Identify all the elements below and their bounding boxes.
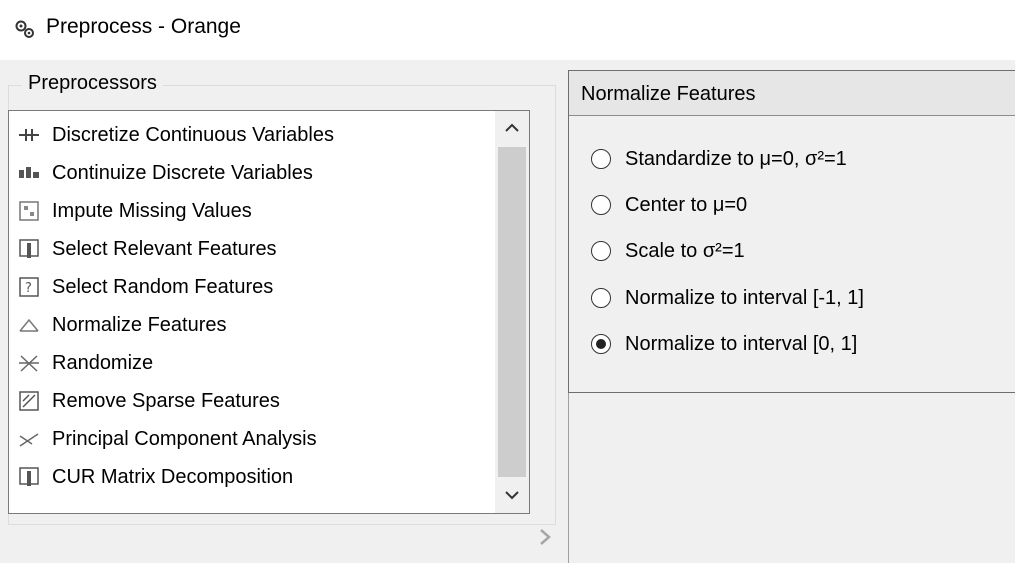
select-random-icon: ? (19, 277, 39, 297)
scrollbar-thumb[interactable] (498, 147, 526, 477)
randomize-icon (19, 355, 39, 372)
list-item-label: Impute Missing Values (52, 199, 252, 222)
option-label: Center to μ=0 (625, 193, 748, 216)
list-item-randomize[interactable]: Randomize (9, 344, 489, 382)
remove-sparse-icon (19, 391, 39, 411)
continuize-icon (19, 167, 39, 178)
list-item-impute[interactable]: Impute Missing Values (9, 192, 489, 230)
title-bar: Preprocess - Orange (0, 0, 1015, 60)
option-standardize[interactable]: Standardize to μ=0, σ²=1 (591, 144, 847, 174)
normalize-features-panel: Normalize Features Standardize to μ=0, σ… (568, 70, 1015, 393)
list-item-discretize[interactable]: Discretize Continuous Variables (9, 116, 489, 154)
preprocessors-group-title: Preprocessors (22, 72, 163, 95)
preprocessor-drop-area (568, 393, 1015, 563)
radio-button[interactable] (591, 241, 611, 261)
list-item-label: Discretize Continuous Variables (52, 123, 334, 146)
option-label: Standardize to μ=0, σ²=1 (625, 147, 847, 170)
list-item-label: Remove Sparse Features (52, 389, 280, 412)
cur-icon (19, 467, 39, 486)
list-item-label: Select Random Features (52, 275, 274, 298)
list-item-select-random[interactable]: ? Select Random Features (9, 268, 489, 306)
chevron-down-icon (505, 491, 519, 500)
list-item-remove-sparse[interactable]: Remove Sparse Features (9, 382, 489, 420)
svg-text:?: ? (25, 281, 32, 296)
list-item-cur[interactable]: CUR Matrix Decomposition (9, 458, 489, 496)
list-item-continuize[interactable]: Continuize Discrete Variables (9, 154, 489, 192)
normalize-icon (19, 318, 39, 332)
list-item-label: Continuize Discrete Variables (52, 161, 313, 184)
list-item-label: Normalize Features (52, 313, 227, 336)
option-label: Normalize to interval [0, 1] (625, 332, 858, 355)
radio-button[interactable] (591, 195, 611, 215)
scroll-down-button[interactable] (495, 479, 529, 513)
window-title: Preprocess - Orange (46, 15, 241, 38)
list-item-select-relevant[interactable]: Select Relevant Features (9, 230, 489, 268)
discretize-icon (19, 129, 39, 141)
chevron-right-icon[interactable] (536, 522, 554, 552)
list-item-label: Randomize (52, 351, 154, 374)
option-label: Scale to σ²=1 (625, 239, 745, 262)
impute-icon (19, 201, 39, 221)
radio-button[interactable] (591, 149, 611, 169)
option-label: Normalize to interval [-1, 1] (625, 286, 864, 309)
option-normalize-minus1-1[interactable]: Normalize to interval [-1, 1] (591, 283, 864, 313)
list-item-label: Select Relevant Features (52, 237, 277, 260)
panel-title: Normalize Features (581, 83, 756, 105)
radio-button-selected[interactable] (591, 334, 611, 354)
list-item-label: Principal Component Analysis (52, 427, 317, 450)
scroll-up-button[interactable] (495, 111, 529, 145)
list-item-label: CUR Matrix Decomposition (52, 465, 294, 488)
select-relevant-icon (19, 239, 39, 258)
list-scrollbar[interactable] (495, 111, 529, 513)
option-scale[interactable]: Scale to σ²=1 (591, 236, 745, 266)
chevron-up-icon (505, 123, 519, 132)
list-item-normalize[interactable]: Normalize Features (9, 306, 489, 344)
panel-header: Normalize Features (569, 71, 1015, 116)
radio-button[interactable] (591, 288, 611, 308)
orange-preprocess-icon (15, 20, 34, 38)
list-item-pca[interactable]: Principal Component Analysis (9, 420, 489, 458)
pca-icon (19, 433, 39, 447)
preprocessors-list[interactable]: Discretize Continuous Variables Continui… (8, 110, 530, 514)
option-center[interactable]: Center to μ=0 (591, 190, 747, 220)
option-normalize-0-1[interactable]: Normalize to interval [0, 1] (591, 329, 857, 359)
